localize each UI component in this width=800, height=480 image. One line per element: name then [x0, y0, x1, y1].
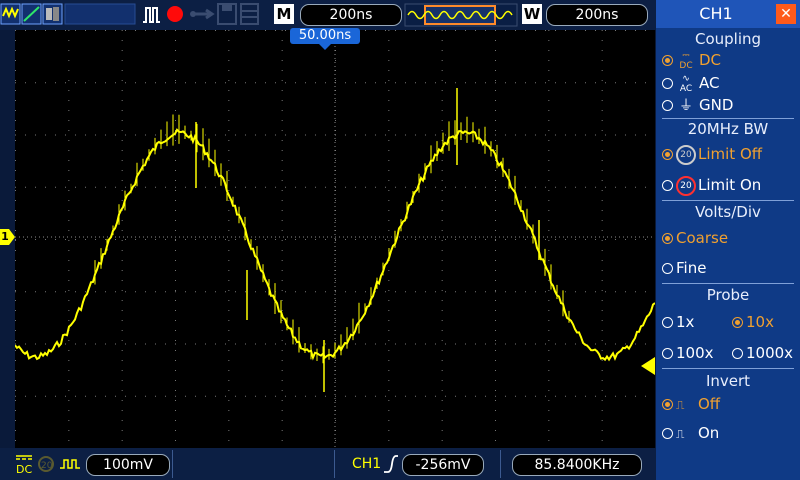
- invert-off-icon: ⎍: [676, 397, 685, 412]
- top-status-bar: M 200ns W 200ns: [0, 0, 656, 30]
- bw-20-limited-icon: 20: [676, 175, 696, 196]
- coupling-option-ac[interactable]: ∿ AC AC: [662, 73, 719, 94]
- trigger-level-marker[interactable]: [641, 357, 657, 375]
- divider: [334, 450, 335, 478]
- ch1-ground-marker-label: 1: [1, 230, 9, 243]
- close-icon[interactable]: ✕: [776, 4, 796, 24]
- window-indicator: W: [522, 4, 542, 24]
- probe-option-1x[interactable]: 1x: [662, 312, 694, 332]
- bottom-status-bar: DC 20 100mV CH1 -256mV 85.8400KHz: [0, 448, 656, 480]
- ch1-status-icons: DC 20: [16, 455, 80, 476]
- channel-waveform-icons[interactable]: [0, 3, 136, 25]
- trigger-edge-icon[interactable]: [143, 7, 160, 23]
- svg-text:DC: DC: [16, 463, 32, 476]
- radio-icon: [662, 100, 673, 111]
- radio-icon: [732, 348, 743, 359]
- ground-icon: ⏚: [679, 97, 693, 114]
- radio-selected-icon: [662, 399, 673, 410]
- invert-option-off[interactable]: ⎍ Off: [662, 394, 720, 415]
- waveform-display: [15, 30, 655, 448]
- radio-selected-icon: [662, 149, 673, 160]
- probe-option-1000x[interactable]: 1000x: [732, 343, 793, 363]
- usb-icon: [190, 8, 215, 20]
- divider: [662, 200, 794, 201]
- radio-icon: [662, 317, 673, 328]
- save-icon[interactable]: [217, 3, 237, 25]
- bw-limit-icon: 20: [38, 456, 54, 472]
- divider: [662, 283, 794, 284]
- invert-option-on[interactable]: ⎍ On: [662, 423, 719, 444]
- bw-limit-header: 20MHz BW: [687, 120, 769, 138]
- volts-per-div-readout[interactable]: 100mV: [86, 454, 170, 476]
- radio-selected-icon: [662, 233, 673, 244]
- ch1-side-menu: CH1 ✕ Coupling ⎓ DC DC ∿ AC AC ⏚ GND 20MHz BW…: [656, 0, 800, 480]
- divider: [662, 118, 794, 119]
- divider: [500, 450, 501, 478]
- ac-icon: ∿ AC: [679, 73, 693, 94]
- invert-on-icon: ⎍: [676, 426, 685, 441]
- probe-header: Probe: [706, 286, 750, 304]
- graticule: [15, 30, 655, 448]
- coupling-option-dc[interactable]: ⎓ DC DC: [662, 50, 721, 71]
- invert-header: Invert: [705, 372, 751, 390]
- grid-dots: [15, 30, 646, 441]
- radio-icon: [662, 428, 673, 439]
- bw-option-limit-off[interactable]: 20 Limit Off: [662, 144, 762, 165]
- menu-grid-icon[interactable]: [240, 3, 259, 25]
- trigger-source-label: CH1: [352, 456, 382, 472]
- probe-option-10x[interactable]: 10x: [732, 312, 774, 332]
- dc-coupling-icon: DC: [16, 455, 32, 476]
- radio-selected-icon: [732, 317, 743, 328]
- trigger-level-readout[interactable]: -256mV: [402, 454, 484, 476]
- trigger-position-label: 50.00ns: [298, 28, 352, 43]
- rising-edge-icon: [384, 455, 398, 473]
- volts-div-header: Volts/Div: [695, 203, 761, 221]
- ch1-trace: [15, 128, 655, 362]
- invert-icon: [60, 459, 80, 469]
- radio-selected-icon: [662, 55, 673, 66]
- divider: [172, 450, 173, 478]
- frequency-readout: 85.8400KHz: [512, 454, 642, 476]
- bw-option-limit-on[interactable]: 20 Limit On: [662, 175, 761, 196]
- window-overview-icon[interactable]: [404, 3, 518, 27]
- timebase-readout[interactable]: 200ns: [300, 4, 402, 26]
- window-timebase-readout[interactable]: 200ns: [546, 4, 648, 26]
- probe-option-100x[interactable]: 100x: [662, 343, 714, 363]
- radio-icon: [662, 180, 673, 191]
- mode-indicator: M: [274, 4, 294, 24]
- bw-20-icon: 20: [676, 144, 696, 165]
- radio-icon: [662, 263, 673, 274]
- ch1-trace-noise: [94, 88, 570, 392]
- divider: [662, 368, 794, 369]
- radio-icon: [662, 78, 673, 89]
- dc-icon: ⎓ DC: [679, 50, 693, 71]
- menu-title: CH1: [699, 4, 733, 23]
- svg-text:20: 20: [41, 461, 53, 471]
- radio-icon: [662, 348, 673, 359]
- volts-option-fine[interactable]: Fine: [662, 258, 706, 278]
- volts-option-coarse[interactable]: Coarse: [662, 228, 728, 248]
- run-stop-icon[interactable]: [167, 6, 183, 22]
- coupling-header: Coupling: [694, 30, 762, 48]
- coupling-option-gnd[interactable]: ⏚ GND: [662, 95, 733, 116]
